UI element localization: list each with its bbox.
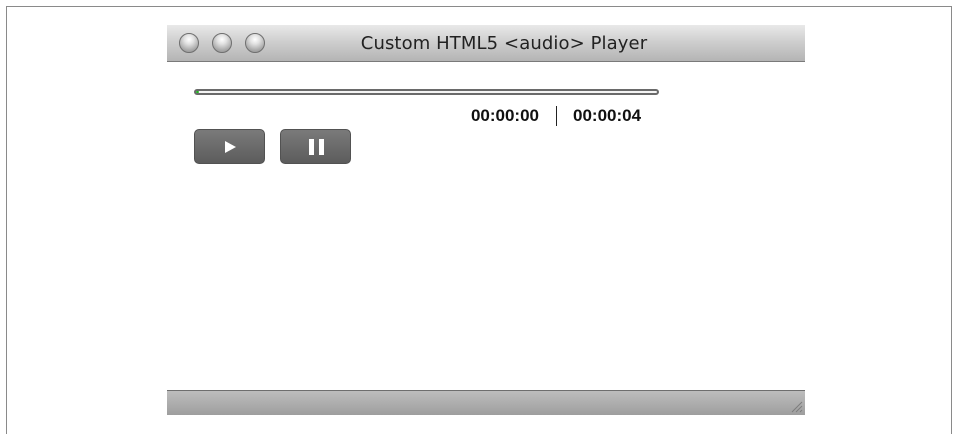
current-time: 00:00:00: [470, 106, 539, 125]
window-title: Custom HTML5 <audio> Player: [360, 33, 648, 54]
duration-time: 00:00:04: [573, 106, 642, 125]
pause-button[interactable]: [280, 129, 351, 164]
player-content: 00:00:00 00:00:04: [167, 62, 805, 390]
title-bar[interactable]: Custom HTML5 <audio> Player: [167, 25, 805, 62]
status-bar: [167, 390, 805, 415]
time-separator: [556, 106, 557, 126]
pause-bar-left: [309, 139, 314, 155]
resize-grip-icon[interactable]: [789, 399, 803, 413]
play-button[interactable]: [194, 129, 265, 164]
progress-bar[interactable]: [194, 89, 659, 95]
browser-window: Custom HTML5 <audio> Player 00:00:00 00:…: [167, 25, 805, 415]
play-icon: [225, 141, 236, 153]
pause-bar-right: [319, 139, 324, 155]
pause-icon: [309, 139, 325, 155]
progress-fill: [196, 91, 199, 93]
